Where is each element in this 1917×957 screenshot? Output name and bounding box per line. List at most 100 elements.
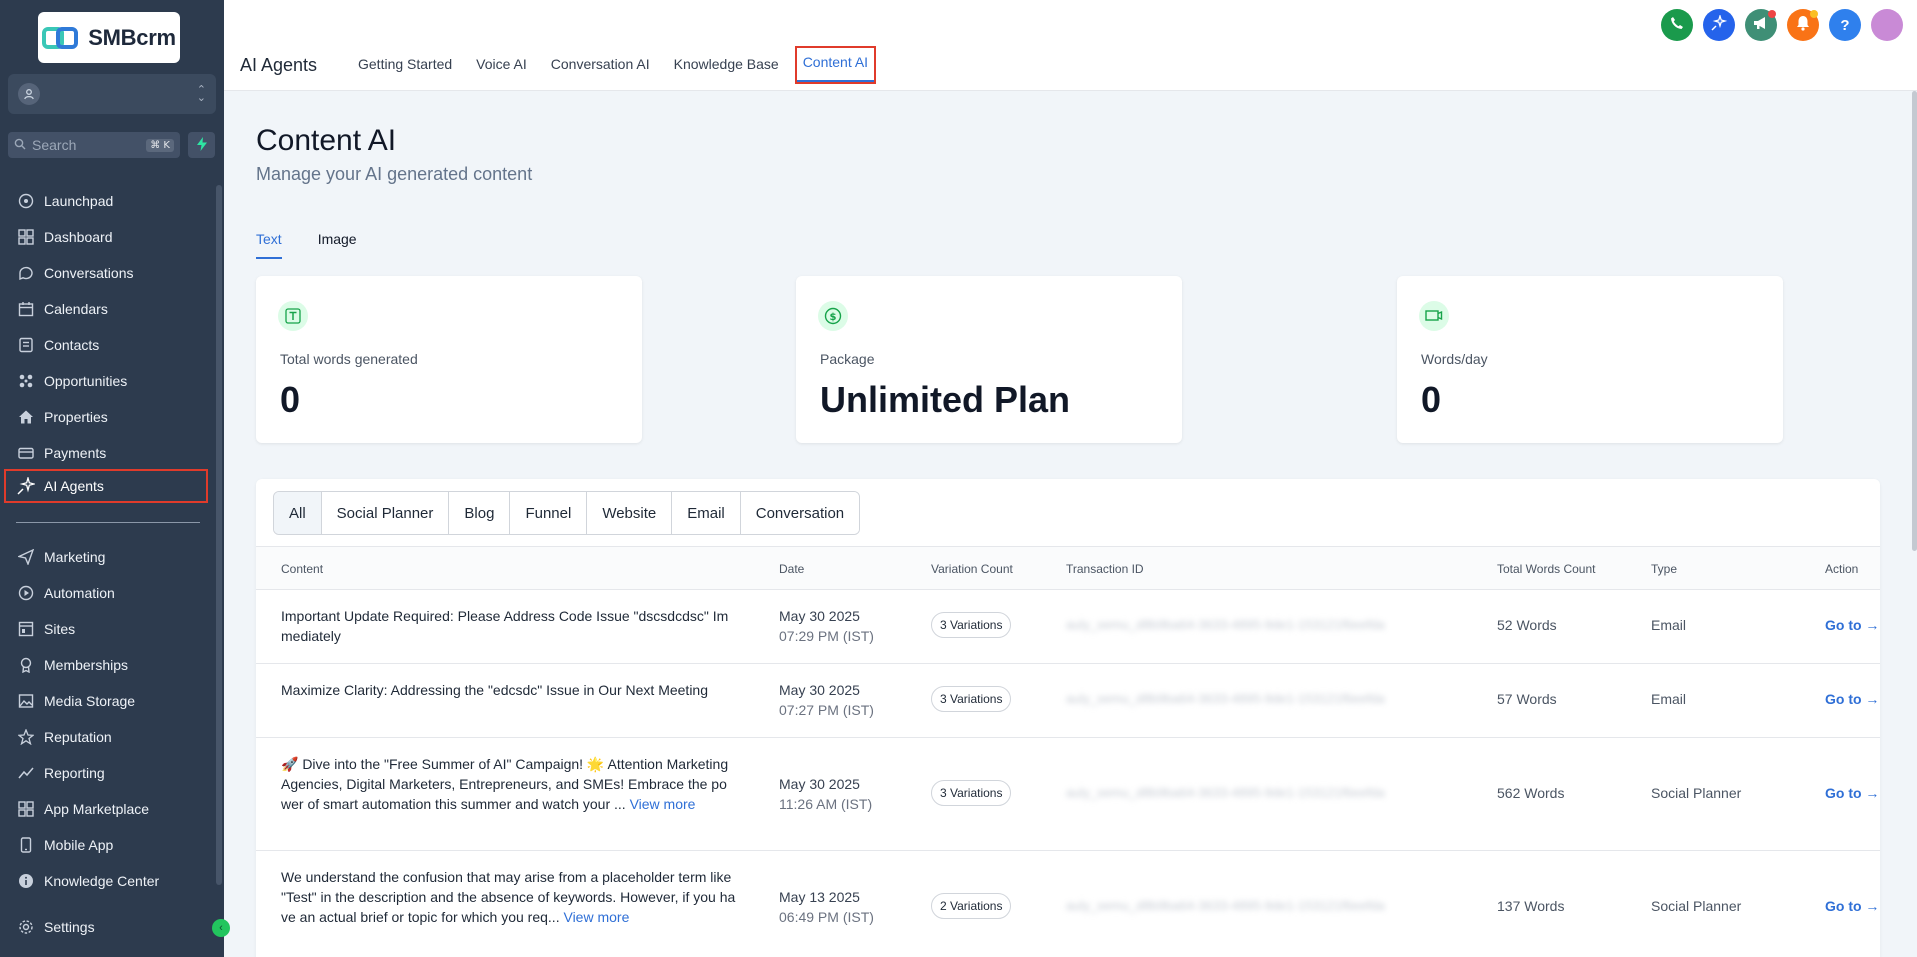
sidebar-item-label: Sites xyxy=(44,621,76,637)
top-bar: AI Agents Getting Started Voice AI Conve… xyxy=(224,0,1917,91)
info-icon xyxy=(16,871,36,891)
view-more-link[interactable]: View more xyxy=(563,909,629,925)
svg-text:$: $ xyxy=(830,312,837,323)
sidebar-item-sites[interactable]: Sites xyxy=(0,611,214,647)
variations-badge[interactable]: 3 Variations xyxy=(931,780,1012,806)
announcements-button[interactable] xyxy=(1745,9,1777,41)
phone-button[interactable] xyxy=(1661,9,1693,41)
sidebar-item-label: Calendars xyxy=(44,301,108,317)
notification-dot xyxy=(1810,10,1818,18)
table-row: 🚀 Dive into the "Free Summer of AI" Camp… xyxy=(256,738,1880,851)
transaction-id: auly_semu_d8b9ba64-3633-4895-9de1-153121… xyxy=(1066,691,1385,706)
sidebar-item-settings[interactable]: Settings xyxy=(0,909,214,945)
column-header: Content xyxy=(281,562,324,576)
sidebar-item-conversations[interactable]: Conversations xyxy=(0,255,214,291)
tab-knowledge-base[interactable]: Knowledge Base xyxy=(662,48,791,82)
ai-assistant-button[interactable] xyxy=(1703,9,1735,41)
sidebar: SMBcrm ⌃ ⌄ Search ⌘ K Launchpad Dashboard… xyxy=(0,0,230,957)
sidebar-item-knowledge-center[interactable]: Knowledge Center xyxy=(0,863,214,899)
variations-badge[interactable]: 3 Variations xyxy=(931,686,1012,712)
sidebar-item-label: Launchpad xyxy=(44,193,114,209)
sidebar-item-label: Conversations xyxy=(44,265,134,281)
sparkle-icon xyxy=(16,476,36,496)
sidebar-item-dashboard[interactable]: Dashboard xyxy=(0,219,214,255)
sidebar-item-contacts[interactable]: Contacts xyxy=(0,327,214,363)
sidebar-item-calendars[interactable]: Calendars xyxy=(0,291,214,327)
sidebar-item-ai-agents[interactable]: AI Agents xyxy=(4,469,208,503)
content-text: We understand the confusion that may ari… xyxy=(281,869,736,925)
stat-value: 0 xyxy=(280,379,301,420)
brand-logo[interactable]: SMBcrm xyxy=(38,12,180,63)
sidebar-item-label: Marketing xyxy=(44,549,106,565)
sidebar-item-label: Properties xyxy=(44,409,108,425)
goto-link[interactable]: Go to → xyxy=(1825,691,1879,707)
sidebar-item-label: Knowledge Center xyxy=(44,873,160,889)
user-avatar[interactable] xyxy=(1871,9,1903,41)
sidebar-item-mobile-app[interactable]: Mobile App xyxy=(0,827,214,863)
tab-image[interactable]: Image xyxy=(318,231,357,259)
sidebar-item-payments[interactable]: Payments xyxy=(0,435,214,471)
sidebar-item-label: Reputation xyxy=(44,729,112,745)
sidebar-item-reputation[interactable]: Reputation xyxy=(0,719,214,755)
search-icon xyxy=(14,137,26,153)
sidebar-item-label: Memberships xyxy=(44,657,129,673)
sidebar-item-opportunities[interactable]: Opportunities xyxy=(0,363,214,399)
bolt-icon xyxy=(196,136,208,154)
column-header: Total Words Count xyxy=(1497,562,1596,576)
variations-badge[interactable]: 3 Variations xyxy=(931,612,1012,638)
type-filter-group: All Social Planner Blog Funnel Website E… xyxy=(273,491,861,535)
tab-text[interactable]: Text xyxy=(256,231,282,259)
sidebar-search[interactable]: Search ⌘ K xyxy=(8,132,180,158)
sidebar-item-reporting[interactable]: Reporting xyxy=(0,755,214,791)
sidebar-item-properties[interactable]: Properties xyxy=(0,399,214,435)
brand-name: SMBcrm xyxy=(88,24,176,50)
sidebar-item-media-storage[interactable]: Media Storage xyxy=(0,683,214,719)
search-shortcut: ⌘ K xyxy=(146,138,174,152)
search-placeholder: Search xyxy=(32,137,77,153)
calendar-icon xyxy=(16,299,36,319)
filter-conversation[interactable]: Conversation xyxy=(740,492,860,534)
tab-conversation-ai[interactable]: Conversation AI xyxy=(539,48,662,82)
grid-icon xyxy=(16,799,36,819)
goto-link[interactable]: Go to → xyxy=(1825,785,1879,801)
sparkle-icon xyxy=(1711,13,1728,35)
sidebar-item-automation[interactable]: Automation xyxy=(0,575,214,611)
main-scrollbar[interactable] xyxy=(1912,91,1917,551)
sidebar-scrollbar[interactable] xyxy=(216,185,222,885)
chevron-left-icon: ‹ xyxy=(219,922,223,934)
tab-voice-ai[interactable]: Voice AI xyxy=(464,48,539,82)
table-header: Content Date Variation Count Transaction… xyxy=(256,546,1880,590)
sidebar-item-label: AI Agents xyxy=(44,478,104,494)
filter-website[interactable]: Website xyxy=(587,492,673,534)
user-icon xyxy=(18,83,40,105)
account-switcher[interactable]: ⌃ ⌄ xyxy=(8,74,216,114)
sidebar-item-app-marketplace[interactable]: App Marketplace xyxy=(0,791,214,827)
content-cell: Important Update Required: Please Addres… xyxy=(281,606,736,646)
quick-action-button[interactable] xyxy=(188,132,215,158)
filter-email[interactable]: Email xyxy=(672,492,741,534)
gauge-icon xyxy=(1419,301,1449,331)
sidebar-item-marketing[interactable]: Marketing xyxy=(0,539,214,575)
variations-badge[interactable]: 2 Variations xyxy=(931,893,1012,919)
tab-getting-started[interactable]: Getting Started xyxy=(346,48,464,82)
filter-funnel[interactable]: Funnel xyxy=(510,492,588,534)
header-tabs: Getting Started Voice AI Conversation AI… xyxy=(346,46,877,84)
stat-value: 0 xyxy=(1421,379,1442,420)
view-more-link[interactable]: View more xyxy=(630,796,696,812)
filter-blog[interactable]: Blog xyxy=(449,492,511,534)
help-button[interactable]: ? xyxy=(1829,9,1861,41)
filter-all[interactable]: All xyxy=(274,492,322,534)
date-text: May 30 2025 xyxy=(779,682,860,698)
goto-link[interactable]: Go to → xyxy=(1825,898,1879,914)
sidebar-item-memberships[interactable]: Memberships xyxy=(0,647,214,683)
sidebar-item-label: Mobile App xyxy=(44,837,114,853)
filter-social-planner[interactable]: Social Planner xyxy=(321,492,450,534)
sidebar-divider xyxy=(16,522,200,523)
table-row: Maximize Clarity: Addressing the "edcsdc… xyxy=(256,664,1880,738)
sidebar-item-launchpad[interactable]: Launchpad xyxy=(0,183,214,219)
transaction-id: auly_semu_d8b9ba64-3633-4895-9de1-153121… xyxy=(1066,785,1385,800)
app-title: AI Agents xyxy=(240,55,318,75)
goto-link[interactable]: Go to → xyxy=(1825,617,1879,633)
notifications-button[interactable] xyxy=(1787,9,1819,41)
tab-content-ai[interactable]: Content AI xyxy=(794,46,877,84)
